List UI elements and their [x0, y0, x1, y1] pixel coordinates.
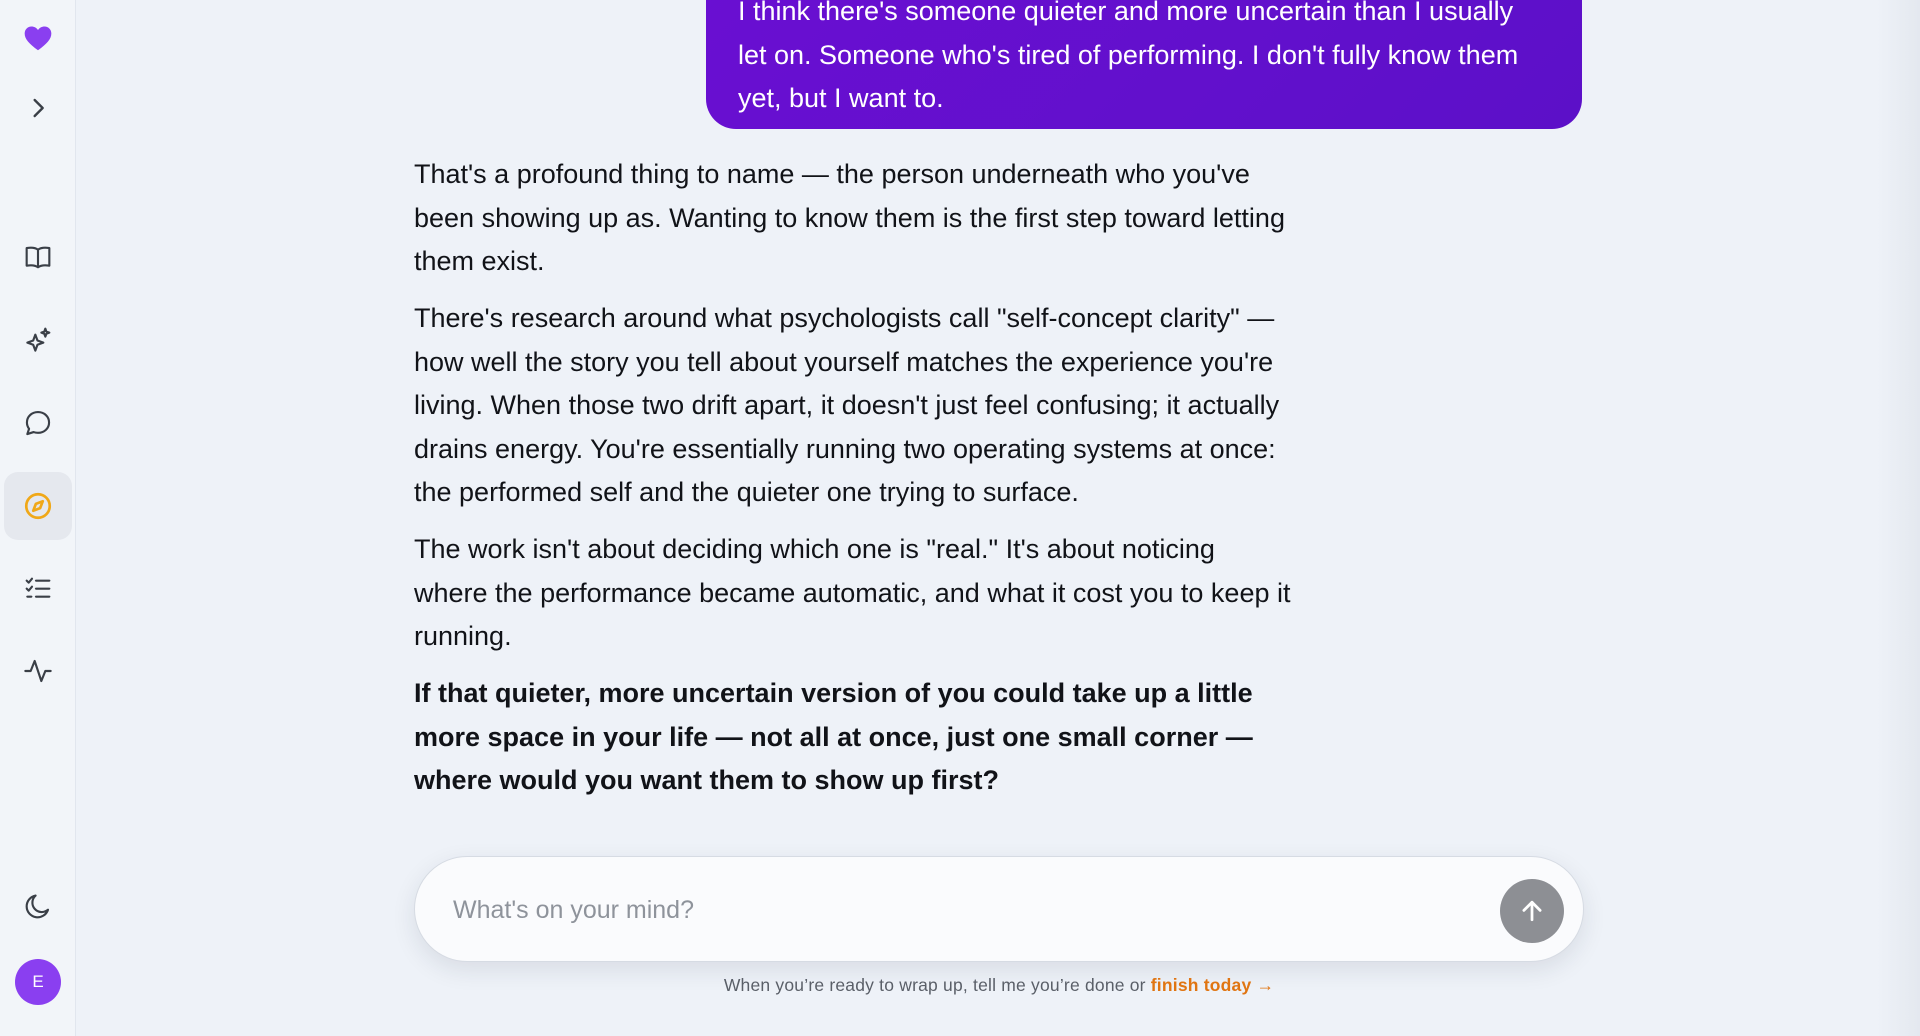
- activity-icon: [24, 659, 52, 683]
- app: E I think there's someone quieter and mo…: [0, 0, 1920, 1036]
- logo-button[interactable]: [4, 4, 72, 72]
- expand-sidebar-button[interactable]: [4, 74, 72, 142]
- assistant-paragraph: The work isn't about deciding which one …: [414, 534, 1291, 651]
- avatar[interactable]: E: [15, 959, 61, 1005]
- book-icon: [25, 246, 51, 269]
- chat-bubble-icon: [25, 411, 51, 436]
- chevron-right-icon: [33, 98, 44, 118]
- sidebar-item-chat[interactable]: [4, 389, 72, 457]
- heart-icon: [24, 26, 52, 51]
- message-composer: [414, 856, 1584, 962]
- user-message-line: yet, but I want to.: [738, 83, 944, 113]
- assistant-paragraph: That's a profound thing to name — the pe…: [414, 159, 1285, 276]
- assistant-paragraph: There's research around what psychologis…: [414, 303, 1280, 507]
- sidebar-item-tasks[interactable]: [4, 554, 72, 622]
- sidebar-item-journal[interactable]: [4, 223, 72, 291]
- send-button[interactable]: [1500, 879, 1564, 943]
- assistant-question: If that quieter, more uncertain version …: [414, 678, 1253, 795]
- sidebar-item-activity[interactable]: [4, 637, 72, 705]
- user-message-line: let on. Someone who's tired of performin…: [738, 39, 1519, 70]
- finish-today-link[interactable]: finish today →: [1151, 975, 1274, 995]
- wrap-up-note: When you’re ready to wrap up, tell me yo…: [414, 975, 1584, 996]
- sidebar-item-insights[interactable]: [4, 306, 72, 374]
- sparkles-icon: [26, 327, 51, 352]
- checklist-icon: [25, 577, 51, 598]
- compass-icon: [24, 492, 52, 520]
- assistant-message: That's a profound thing to name — the pe…: [414, 153, 1294, 816]
- message-input[interactable]: [453, 887, 1453, 933]
- sidebar: E: [0, 0, 76, 1036]
- arrow-up-icon: [1522, 900, 1542, 922]
- moon-icon: [25, 894, 50, 919]
- theme-toggle-button[interactable]: [4, 872, 72, 940]
- wrap-up-text: When you’re ready to wrap up, tell me yo…: [723, 975, 1151, 995]
- sidebar-item-explore[interactable]: [4, 472, 72, 540]
- user-message-bubble: I think there's someone quieter and more…: [706, 0, 1582, 129]
- user-message-line: I think there's someone quieter and more…: [738, 0, 1514, 26]
- right-edge-shade: [1876, 0, 1920, 1036]
